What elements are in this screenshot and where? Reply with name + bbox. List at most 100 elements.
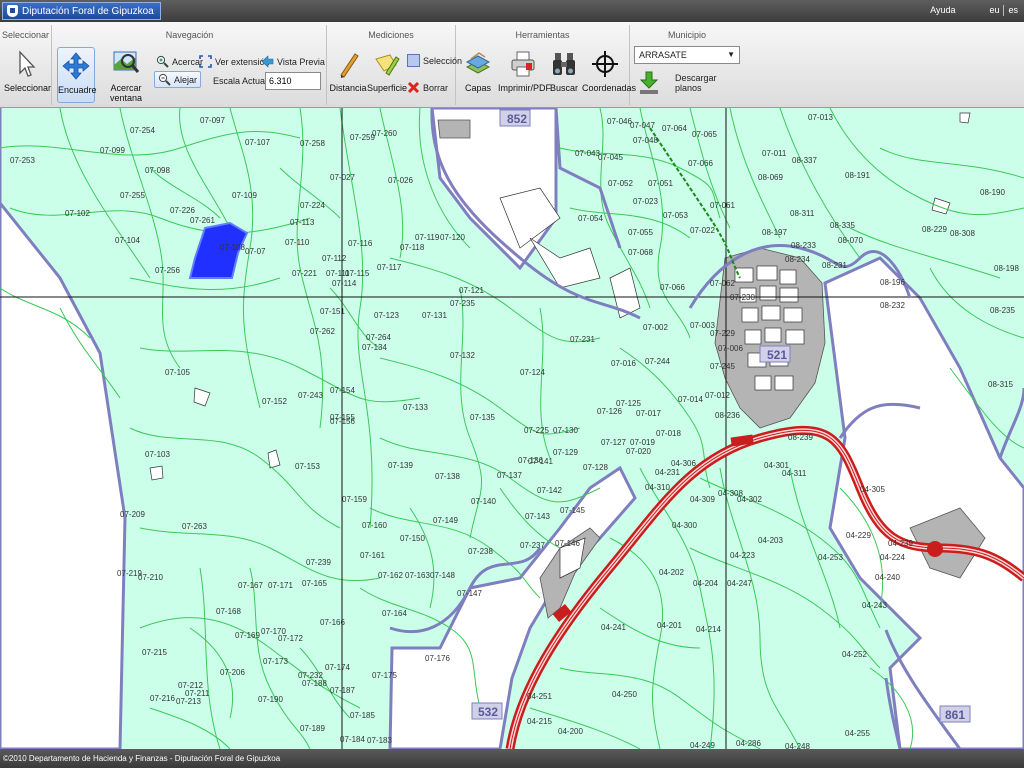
parcel-label: 07-184 — [340, 735, 365, 744]
pan-button-label: Encuadre — [58, 85, 97, 95]
parcel-label: 07-169 — [235, 631, 260, 640]
area-button[interactable]: Superficie — [367, 49, 407, 93]
zoom-window-label: Acercar ventana — [109, 83, 143, 103]
parcel-label: 04-214 — [696, 625, 721, 634]
previous-view-button[interactable]: Vista Previa — [261, 55, 325, 68]
area-pencil-icon — [372, 49, 402, 79]
parcel-label: 07-048 — [633, 136, 658, 145]
parcel-label: 07-159 — [342, 495, 367, 504]
ruler-pencil-icon — [333, 49, 363, 79]
red-x-icon — [407, 81, 420, 94]
brand-link[interactable]: Diputación Foral de Gipuzkoa — [2, 2, 161, 20]
parcel-label: 07-210 — [138, 573, 163, 582]
zoom-in-button[interactable]: Acercar — [156, 55, 203, 68]
parcel-label: 07-125 — [616, 399, 641, 408]
parcel-label: 07-153 — [295, 462, 320, 471]
lang-divider — [1003, 5, 1005, 16]
parcel-label: 07-188 — [302, 679, 327, 688]
parcel-label: 04-253 — [818, 553, 843, 562]
parcel-label: 07-127 — [601, 438, 626, 447]
parcel-label: 07-255 — [120, 191, 145, 200]
parcel-label: 07-253 — [10, 156, 35, 165]
lang-es-link[interactable]: es — [1008, 5, 1018, 16]
help-link[interactable]: Ayuda — [930, 5, 955, 16]
print-pdf-label: Imprimir/PDF — [498, 83, 551, 93]
parcel-label: 07-097 — [200, 116, 225, 125]
distance-button[interactable]: Distancia — [329, 49, 367, 93]
parcel-label: 07-187 — [330, 686, 355, 695]
parcel-label: 04-240 — [875, 573, 900, 582]
parcel-label: 04-311 — [782, 469, 807, 478]
parcel-label: 07-103 — [145, 450, 170, 459]
parcel-label: 07-110 — [285, 238, 310, 247]
parcel-label: 07-147 — [457, 589, 482, 598]
parcel-label: 04-239 — [888, 539, 913, 548]
full-extent-button[interactable]: Ver extensión — [199, 55, 270, 68]
parcel-label: 07-011 — [762, 149, 787, 158]
parcel-label: 07-055 — [628, 228, 653, 237]
parcel-label: 07-107 — [245, 138, 270, 147]
pan-button[interactable]: Encuadre — [54, 47, 98, 103]
parcel-label: 07-172 — [278, 634, 303, 643]
zoom-window-button[interactable]: Acercar ventana — [98, 49, 154, 103]
parcel-label: 07-145 — [560, 506, 585, 515]
parcel-label: 07-116 — [348, 239, 373, 248]
parcel-label: 07-104 — [115, 236, 140, 245]
parcel-label: 04-243 — [862, 601, 887, 610]
parcel-label: 08-229 — [922, 225, 947, 234]
print-pdf-button[interactable]: Imprimir/PDF — [498, 49, 551, 93]
download-plans-button[interactable]: Descargar planos — [638, 71, 744, 95]
group-herramientas: Herramientas Capas Imprimir/PDF Buscar C… — [456, 25, 636, 105]
parcel-label: 07-171 — [268, 581, 293, 590]
measure-selection-button[interactable]: Selección — [407, 54, 462, 67]
scale-input[interactable] — [265, 72, 321, 90]
parcel-label: 07-173 — [263, 657, 288, 666]
parcel-label: 04-247 — [727, 579, 752, 588]
parcel-label: 07-254 — [130, 126, 155, 135]
parcel-label: 07-143 — [525, 512, 550, 521]
parcel-label: 07-118 — [400, 243, 425, 252]
parcel-label: 07-102 — [65, 209, 90, 218]
group-title-mediciones: Mediciones — [368, 30, 414, 40]
parcel-label: 07-166 — [320, 618, 345, 627]
select-button[interactable]: Seleccionar — [4, 49, 51, 93]
parcel-label: 07-133 — [403, 403, 428, 412]
parcel-label: 07-128 — [583, 463, 608, 472]
parcel-label: 07-053 — [663, 211, 688, 220]
parcel-label: 07-151 — [320, 307, 345, 316]
parcel-label: 07-209 — [120, 510, 145, 519]
map-canvas[interactable]: 852 521 532 861 07-254 07-097 07-099 07-253… — [0, 108, 1024, 749]
clear-button[interactable]: Borrar — [407, 81, 448, 94]
zoom-out-label: Alejar — [174, 74, 198, 85]
parcel-label: 07-07 — [245, 247, 266, 256]
parcel-label: 07-221 — [292, 269, 317, 278]
parcel-label: 08-190 — [980, 188, 1005, 197]
parcel-label: 07-137 — [497, 471, 522, 480]
parcel-label: 07-134 — [362, 343, 387, 352]
parcel-label: 08-311 — [790, 209, 815, 218]
parcel-label: 07-099 — [100, 146, 125, 155]
parcel-label: 07-154 — [330, 386, 355, 395]
coordinates-button[interactable]: Coordenadas — [582, 49, 636, 93]
group-title-herramientas: Herramientas — [515, 30, 570, 40]
parcel-label: 08-315 — [988, 380, 1013, 389]
parcel-label: 04-255 — [845, 729, 870, 738]
layers-button[interactable]: Capas — [460, 49, 496, 93]
lang-eu-link[interactable]: eu — [989, 5, 999, 16]
parcel-label: 07-014 — [678, 395, 703, 404]
parcel-label: 08-233 — [791, 241, 816, 250]
parcel-label: 07-156 — [330, 417, 355, 426]
parcel-label: 08-335 — [830, 221, 855, 230]
parcel-label: 04-248 — [785, 742, 810, 749]
cadastral-map[interactable]: 852 521 532 861 07-254 07-097 07-099 07-253… — [0, 108, 1024, 749]
group-navegacion: Navegación Encuadre Acercar ventana Acer… — [52, 25, 327, 105]
parcel-label: 07-020 — [626, 447, 651, 456]
parcel-label: 07-245 — [710, 362, 735, 371]
parcel-label: 08-232 — [880, 301, 905, 310]
municipality-select[interactable]: ARRASATE ▼ — [634, 46, 740, 64]
zoom-out-button[interactable]: Alejar — [154, 71, 202, 88]
parcel-label: 07-114 — [332, 279, 357, 288]
printer-icon — [508, 49, 538, 79]
parcel-label: 07-235 — [450, 299, 475, 308]
search-button[interactable]: Buscar — [549, 49, 579, 93]
